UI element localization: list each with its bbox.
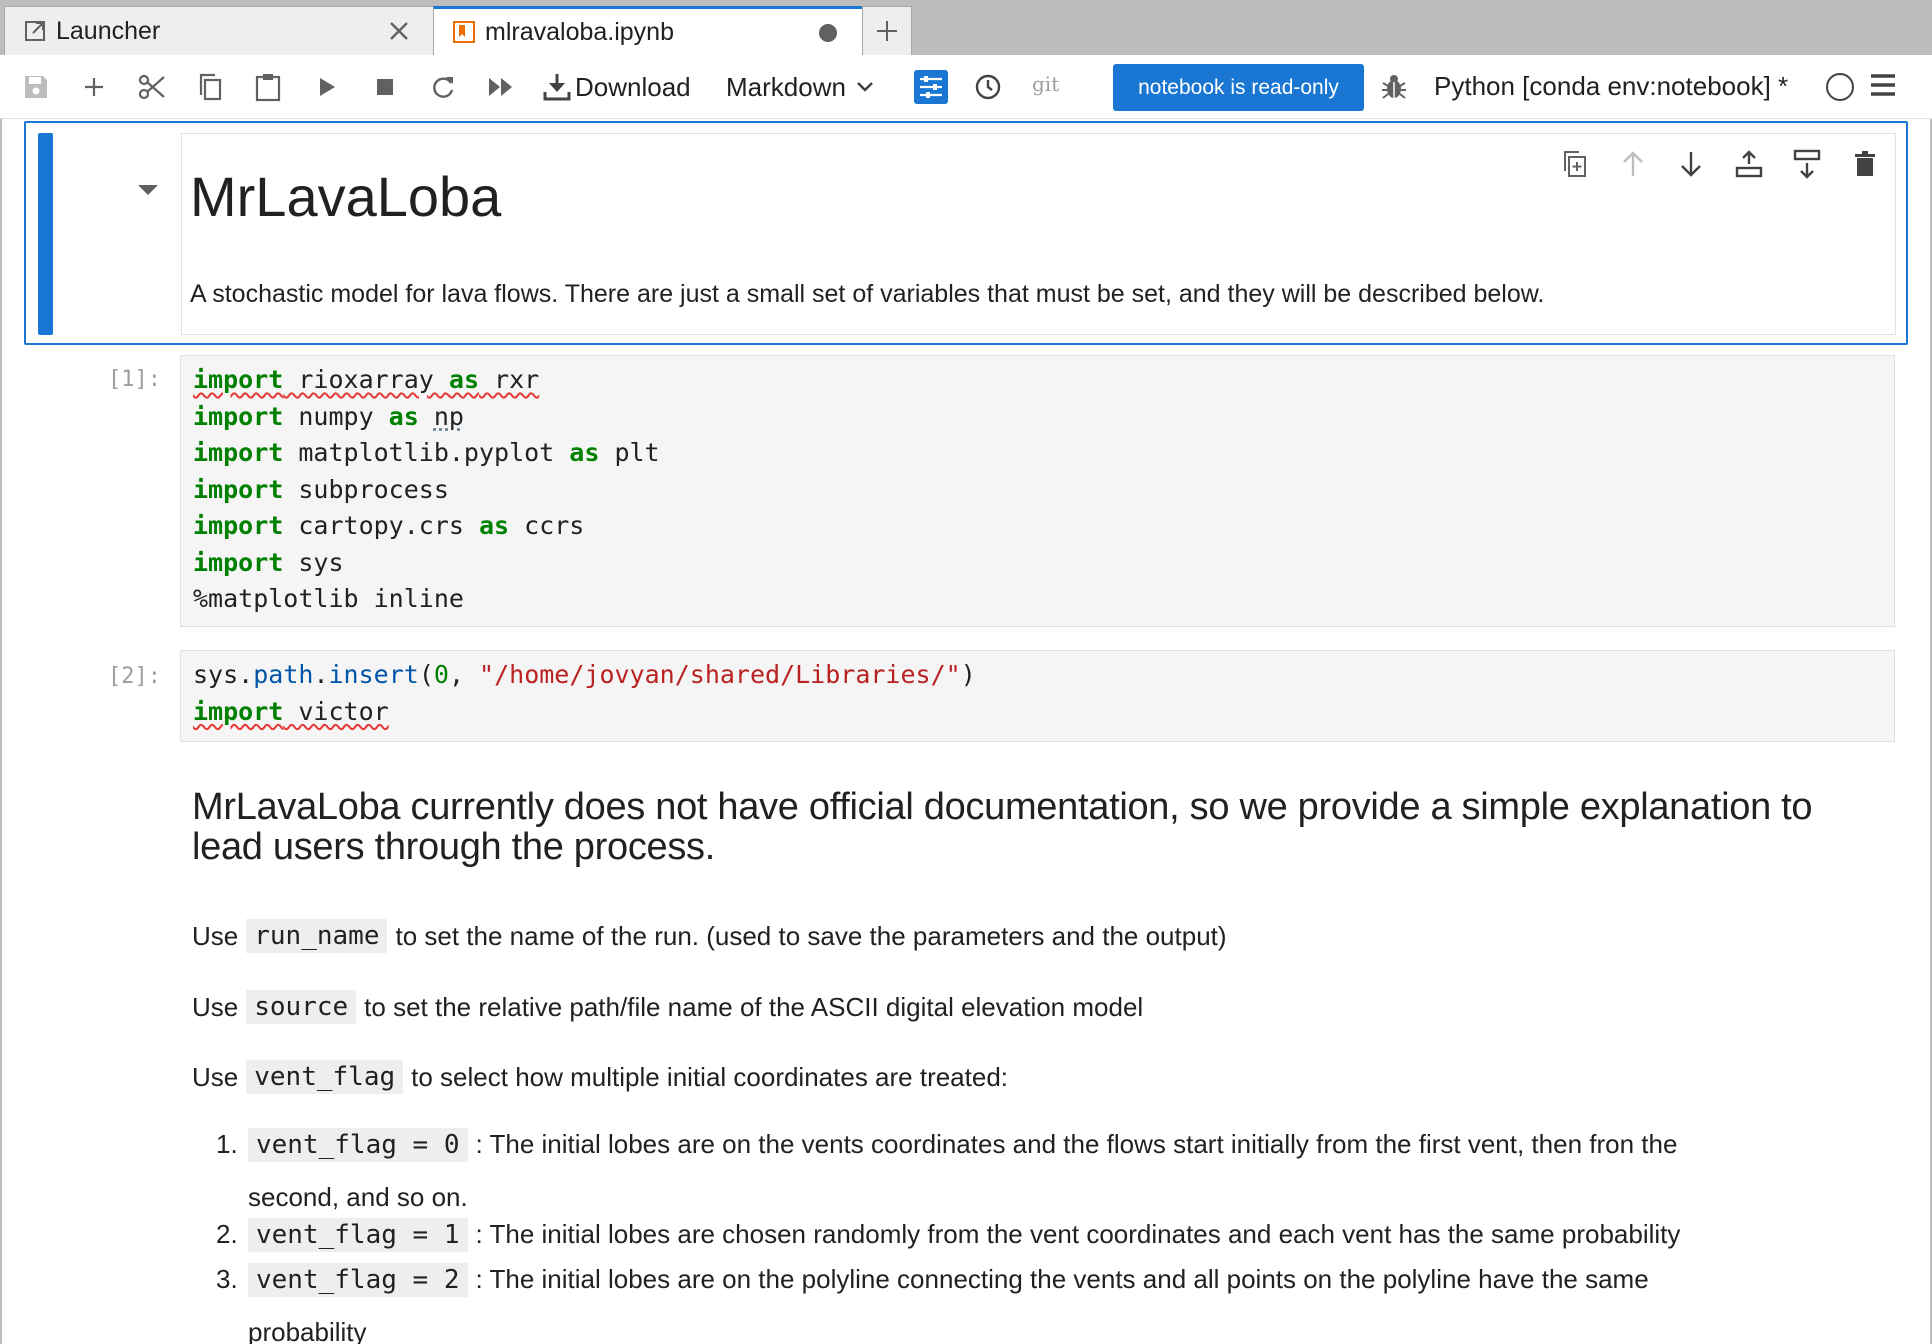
move-down-icon[interactable] — [1671, 144, 1711, 184]
jupyterlab-window: Launcher mlravaloba.ipynb Download Markd… — [0, 0, 1932, 1344]
insert-above-icon[interactable] — [1729, 144, 1769, 184]
text: Use — [192, 920, 239, 951]
copy-icon[interactable] — [194, 71, 226, 103]
paragraph-source: Use source to set the relative path/file… — [192, 990, 1143, 1024]
property-inspector-button[interactable] — [914, 70, 948, 104]
kernel-name[interactable]: Python [conda env:notebook] * — [1434, 71, 1788, 102]
notebook-icon — [452, 20, 476, 44]
fast-forward-icon[interactable] — [485, 71, 517, 103]
list-number: 3. — [216, 1264, 238, 1294]
cell-toolbar — [1555, 144, 1885, 184]
cell-type-select[interactable]: Markdown — [726, 69, 874, 105]
inline-code: source — [246, 990, 357, 1024]
intro-text: A stochastic model for lava flows. There… — [190, 280, 1545, 308]
notebook-toolbar: Download Markdown git notebook is read-o… — [0, 55, 1932, 119]
close-icon[interactable] — [385, 17, 413, 45]
kernel-status-icon — [1826, 73, 1854, 101]
paragraph-run-name: Use run_name to set the name of the run.… — [192, 919, 1227, 953]
inline-code: vent_flag = 0 — [248, 1128, 468, 1162]
markdown-cell-2[interactable]: MrLavaLoba currently does not have offic… — [192, 787, 1892, 867]
stop-icon[interactable] — [369, 71, 401, 103]
read-only-badge[interactable]: notebook is read-only — [1113, 64, 1364, 111]
tab-notebook[interactable]: mlravaloba.ipynb — [433, 6, 863, 55]
tab-label: mlravaloba.ipynb — [485, 17, 674, 46]
text: Use — [192, 1061, 239, 1092]
insert-below-icon[interactable] — [1787, 144, 1827, 184]
notebook-panel: MrLavaLoba A stochastic model for lava f… — [0, 119, 1932, 1344]
clock-icon[interactable] — [972, 71, 1004, 103]
inline-code: run_name — [246, 919, 388, 953]
sliders-icon — [920, 76, 942, 98]
list-number: 2. — [216, 1219, 238, 1249]
markdown-rendered: MrLavaLoba A stochastic model for lava f… — [181, 133, 1896, 335]
cell-collapser[interactable] — [38, 133, 53, 335]
launcher-icon — [23, 19, 47, 43]
download-button[interactable]: Download — [543, 69, 691, 105]
notebook-title: MrLavaLoba — [190, 165, 502, 228]
inline-code: vent_flag — [246, 1060, 404, 1094]
cut-icon[interactable] — [136, 71, 168, 103]
collapse-caret-icon[interactable] — [136, 183, 160, 202]
paragraph-vent-flag: Use vent_flag to select how multiple ini… — [192, 1060, 1008, 1094]
code-cell-1[interactable]: import rioxarray as rxr import numpy as … — [180, 355, 1895, 627]
download-label: Download — [575, 71, 691, 102]
text: Use — [192, 991, 239, 1022]
inline-code: vent_flag = 2 — [248, 1263, 468, 1297]
tab-launcher[interactable]: Launcher — [4, 6, 434, 55]
debugger-bug-icon[interactable] — [1378, 71, 1410, 103]
plus-icon — [877, 21, 897, 41]
unsaved-dot-icon[interactable] — [814, 19, 842, 47]
execution-count: [1]: — [108, 367, 161, 392]
paste-icon[interactable] — [252, 71, 284, 103]
code-editor[interactable]: import rioxarray as rxr import numpy as … — [181, 356, 1894, 618]
restart-icon[interactable] — [427, 71, 459, 103]
text: to set the name of the run. (used to sav… — [395, 920, 1227, 951]
delete-icon[interactable] — [1845, 144, 1885, 184]
doc-heading: MrLavaLoba currently does not have offic… — [192, 786, 1813, 868]
text: to select how multiple initial coordinat… — [411, 1061, 1009, 1092]
cell-type-value: Markdown — [726, 71, 846, 102]
inline-code: vent_flag = 1 — [248, 1218, 468, 1252]
list-text: : The initial lobes are on the vents coo… — [475, 1129, 1678, 1159]
list-text: : The initial lobes are on the polyline … — [475, 1264, 1649, 1294]
tab-bar: Launcher mlravaloba.ipynb — [0, 0, 1932, 55]
move-up-icon[interactable] — [1613, 144, 1653, 184]
new-tab-button[interactable] — [862, 6, 912, 55]
duplicate-cell-icon[interactable] — [1555, 144, 1595, 184]
tab-label: Launcher — [56, 16, 161, 45]
text: to set the relative path/file name of th… — [364, 991, 1144, 1022]
chevron-down-icon — [857, 82, 873, 92]
list-item-continuation: probability — [248, 1317, 367, 1344]
menu-icon[interactable] — [1870, 73, 1896, 102]
markdown-cell-active[interactable]: MrLavaLoba A stochastic model for lava f… — [24, 121, 1908, 345]
list-item-continuation: second, and so on. — [248, 1182, 468, 1212]
git-label[interactable]: git — [1032, 72, 1059, 96]
execution-count: [2]: — [108, 664, 161, 689]
list-text: : The initial lobes are chosen randomly … — [475, 1219, 1681, 1249]
run-icon[interactable] — [311, 71, 343, 103]
code-editor[interactable]: sys.path.insert(0, "/home/jovyan/shared/… — [181, 651, 1894, 730]
code-cell-2[interactable]: sys.path.insert(0, "/home/jovyan/shared/… — [180, 650, 1895, 742]
add-cell-icon[interactable] — [78, 71, 110, 103]
download-icon — [543, 74, 571, 101]
save-icon[interactable] — [20, 71, 52, 103]
list-number: 1. — [216, 1129, 238, 1159]
